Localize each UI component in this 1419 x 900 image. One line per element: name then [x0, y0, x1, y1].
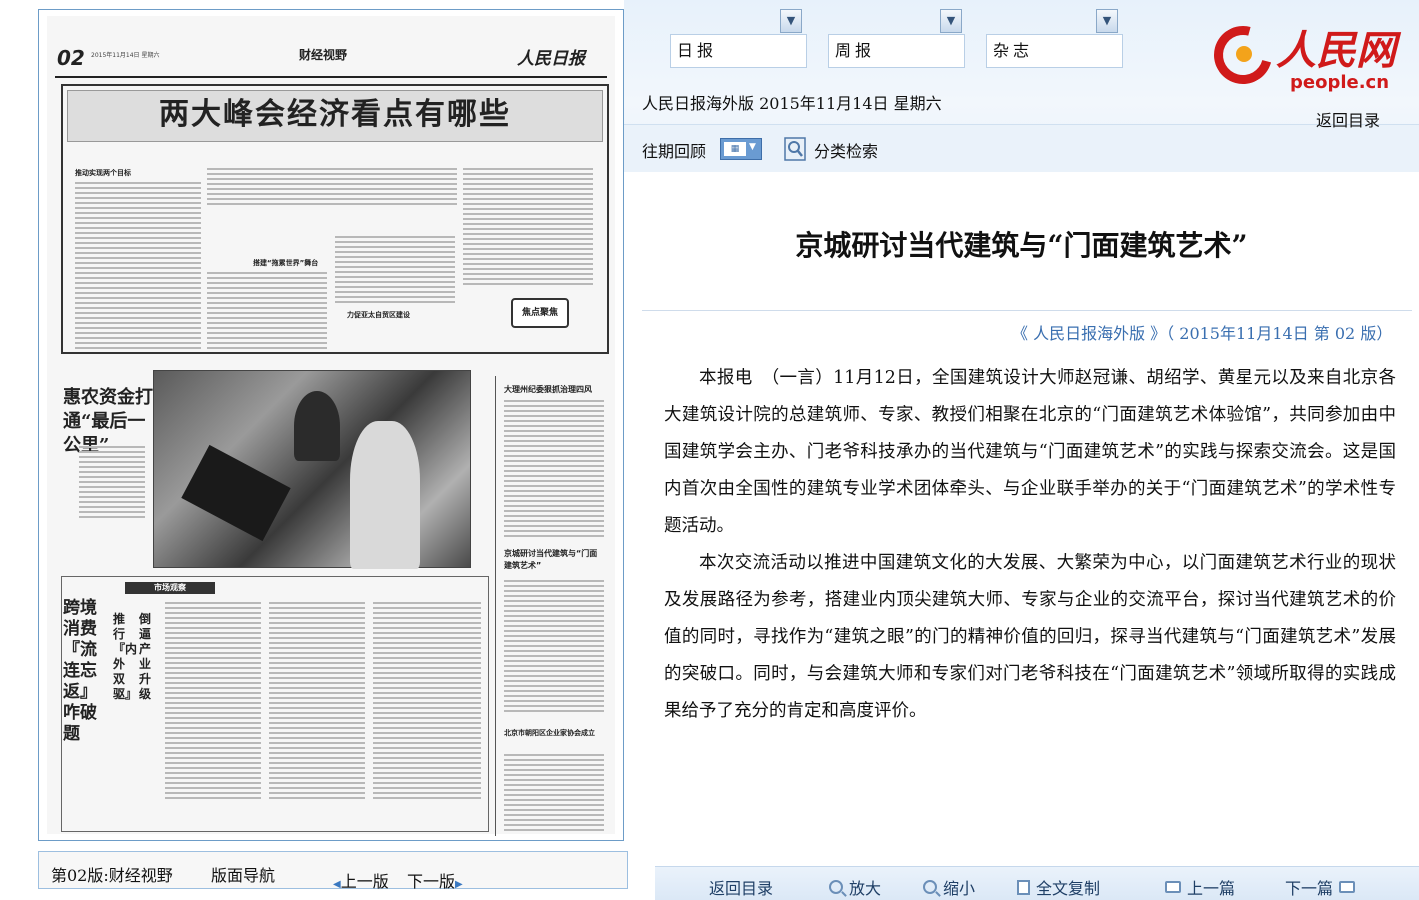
side-text-column [504, 754, 604, 834]
arrow-right-icon: ▶ [455, 879, 463, 890]
copy-full-text-label: 全文复制 [1036, 879, 1101, 898]
news-photo[interactable] [153, 370, 471, 569]
side-text-column [504, 400, 604, 540]
side-text-column [504, 580, 604, 715]
lead-text-column [75, 182, 201, 352]
past-issues-label: 往期回顾 [642, 142, 707, 161]
side-article-title[interactable]: 北京市朝阳区企业家协会成立 [504, 728, 608, 738]
article-toolbar: 返回目录 放大 缩小 全文复制 上一篇 下一篇 [655, 866, 1419, 900]
logo-dot-mark [1236, 46, 1252, 62]
next-page-label: 下一版 [407, 872, 456, 891]
weekly-select[interactable]: 周报 [828, 34, 965, 68]
back-to-toc-link[interactable]: 返回目录 [1316, 107, 1380, 131]
paper-section-title: 财经视野 [299, 48, 348, 62]
market-text-column [373, 602, 481, 802]
photo-person [294, 391, 340, 461]
next-article-label: 下一篇 [1285, 879, 1334, 898]
farm-text-column [79, 446, 145, 521]
article-paragraph: 本报电 （一言）11月12日，全国建筑设计大师赵冠谦、胡绍学、黄星元以及来自北京… [664, 368, 1396, 536]
lead-article-block[interactable]: 两大峰会经济看点有哪些 推动实现两个目标 搭建“拖累世界”舞台 力促亚太自贸区建… [61, 84, 609, 354]
zoom-out-button[interactable]: 缩小 [923, 875, 975, 899]
zoom-out-icon [923, 880, 937, 894]
article-paragraph: 本次交流活动以推进中国建筑文化的大发展、大繁荣为中心，以门面建筑艺术行业的现状及… [664, 553, 1396, 721]
search-icon[interactable] [784, 137, 806, 161]
side-column[interactable]: 大理州纪委狠抓治理四风 京城研讨当代建筑与“门面建筑艺术” 北京市朝阳区企业家协… [495, 376, 609, 836]
paper-date: 2015年11月14日 星期六 [91, 52, 160, 59]
page-nav-link[interactable]: 版面导航 [211, 862, 275, 886]
next-page-button[interactable]: 下一版▶ [407, 868, 463, 892]
zoom-in-icon [829, 880, 843, 894]
lead-subhead: 推动实现两个目标 [75, 169, 131, 177]
article-body: 本报电 （一言）11月12日，全国建筑设计大师赵冠谦、胡绍学、黄星元以及来自北京… [664, 360, 1396, 730]
lead-headline-band: 两大峰会经济看点有哪些 [67, 90, 603, 142]
market-text-column [165, 602, 261, 802]
paper-header-rule [55, 76, 607, 78]
lead-text-column [207, 168, 457, 208]
cross-border-subhead: 推行『内外双驱』 [113, 612, 138, 701]
cross-border-subhead: 倒逼产业升级 [139, 612, 152, 701]
lead-text-column [463, 168, 593, 288]
article-title: 京城研讨当代建筑与“门面建筑艺术” [795, 229, 1248, 262]
side-article-title[interactable]: 大理州纪委狠抓治理四风 [504, 384, 592, 395]
market-column-label: 市场观察 [125, 582, 215, 594]
arrow-left-icon: ◀ [333, 879, 341, 890]
focus-stamp: 焦点聚焦 [511, 298, 569, 328]
logo-url: people.cn [1290, 72, 1390, 93]
lead-subhead: 力促亚太自贸区建设 [347, 311, 410, 319]
paper-page-number: 02 [57, 46, 85, 70]
title-divider [642, 310, 1412, 311]
prev-article-icon [1165, 881, 1181, 893]
market-text-column [269, 602, 365, 802]
article-source[interactable]: 《 人民日报海外版 》（ 2015年11月14日 第 02 版） [1012, 320, 1392, 344]
side-article-title[interactable]: 京城研讨当代建筑与“门面建筑艺术” [504, 548, 604, 572]
prev-article-label: 上一篇 [1187, 879, 1236, 898]
copy-icon [1017, 879, 1030, 895]
paper-masthead: 人民日报 [517, 49, 585, 69]
zoom-out-label: 缩小 [943, 879, 976, 898]
zoom-in-label: 放大 [849, 879, 882, 898]
edition-line: 人民日报海外版 2015年11月14日 星期六 [642, 94, 942, 113]
lead-text-column [335, 236, 455, 306]
chevron-down-icon: ▼ [786, 14, 796, 27]
magazine-dropdown-button[interactable]: ▼ [1096, 9, 1118, 33]
daily-dropdown-button[interactable]: ▼ [780, 9, 802, 33]
paper-header: 02 2015年11月14日 星期六 财经视野 人民日报 [47, 16, 615, 78]
calendar-picker-button[interactable]: ▦ ▼ [720, 138, 762, 160]
page-nav-bar: 第02版:财经视野 版面导航 ◀上一版 下一版▶ [38, 851, 628, 892]
category-search-link[interactable]: 分类检索 [814, 138, 878, 162]
chevron-down-icon: ▼ [749, 142, 756, 152]
current-page-label: 第02版:财经视野 [51, 866, 173, 885]
magazine-select[interactable]: 杂志 [986, 34, 1123, 68]
zoom-in-button[interactable]: 放大 [829, 875, 881, 899]
prev-page-button[interactable]: ◀上一版 [333, 868, 389, 892]
photo-terminal-screen [181, 444, 291, 542]
back-to-toc-button[interactable]: 返回目录 [709, 875, 773, 899]
calendar-icon: ▦ [724, 142, 746, 156]
copy-full-text-button[interactable]: 全文复制 [1017, 875, 1100, 899]
newspaper-page-viewer[interactable]: 02 2015年11月14日 星期六 财经视野 人民日报 两大峰会经济看点有哪些… [38, 9, 624, 841]
back-to-toc-label: 返回目录 [709, 879, 774, 898]
prev-article-button[interactable]: 上一篇 [1165, 875, 1235, 899]
logo-wordmark: 人民网 [1276, 27, 1396, 74]
people-logo[interactable]: 人民网 people.cn [1203, 10, 1416, 102]
chevron-down-icon: ▼ [1102, 14, 1112, 27]
chevron-down-icon: ▼ [946, 14, 956, 27]
daily-select[interactable]: 日报 [670, 34, 807, 68]
next-article-button[interactable]: 下一篇 [1285, 875, 1356, 899]
site-header: ▼ 日报 ▼ 周报 ▼ 杂志 人民日报海外版 2015年11月14日 星期六 返… [624, 0, 1419, 172]
cross-border-headline[interactable]: 跨境消费『流连忘返』咋破题 [63, 598, 99, 745]
weekly-dropdown-button[interactable]: ▼ [940, 9, 962, 33]
newspaper-page-image[interactable]: 02 2015年11月14日 星期六 财经视野 人民日报 两大峰会经济看点有哪些… [47, 16, 615, 836]
lead-text-column [207, 272, 327, 352]
lead-subhead: 搭建“拖累世界”舞台 [253, 259, 319, 267]
next-article-icon [1339, 881, 1356, 893]
prev-page-label: 上一版 [340, 872, 389, 891]
lead-headline: 两大峰会经济看点有哪些 [159, 97, 511, 132]
photo-person [350, 421, 420, 569]
